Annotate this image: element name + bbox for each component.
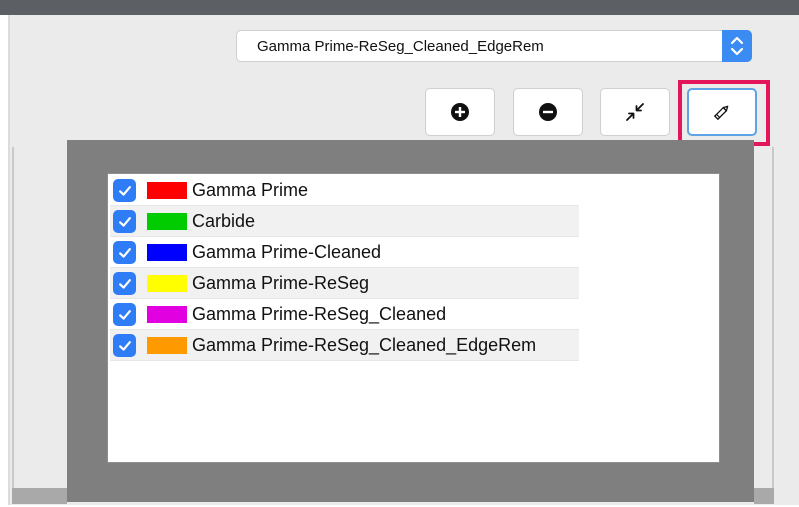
checkbox[interactable] xyxy=(113,334,136,357)
checkbox[interactable] xyxy=(113,303,136,326)
color-swatch[interactable] xyxy=(147,213,187,230)
checkmark-icon xyxy=(118,340,131,351)
checkmark-icon xyxy=(118,309,131,320)
pencil-icon xyxy=(713,105,729,121)
layer-label: Gamma Prime-Cleaned xyxy=(192,242,382,262)
fit-view-button[interactable] xyxy=(600,88,670,136)
layer-row[interactable]: Gamma Prime-Cleaned xyxy=(110,237,579,268)
color-swatch[interactable] xyxy=(147,182,187,199)
updown-chevron-icon[interactable] xyxy=(722,30,752,62)
layer-label: Gamma Prime-ReSeg_Cleaned xyxy=(192,304,447,324)
zoom-in-button[interactable] xyxy=(425,88,495,136)
color-swatch[interactable] xyxy=(147,275,187,292)
color-swatch[interactable] xyxy=(147,244,187,261)
layer-row[interactable]: Carbide xyxy=(110,206,579,237)
image-strip xyxy=(754,488,774,504)
layer-row[interactable]: Gamma Prime xyxy=(110,175,579,206)
layer-row[interactable]: Gamma Prime-ReSeg xyxy=(110,268,579,299)
minus-circle-icon xyxy=(539,103,557,121)
checkmark-icon xyxy=(118,278,131,289)
edit-button[interactable] xyxy=(687,88,757,136)
checkbox[interactable] xyxy=(113,272,136,295)
dataset-select[interactable]: Gamma Prime-ReSeg_Cleaned_EdgeRem xyxy=(236,30,752,62)
layer-row[interactable]: Gamma Prime-ReSeg_Cleaned_EdgeRem xyxy=(110,330,579,361)
checkmark-icon xyxy=(118,247,131,258)
dataset-select-value: Gamma Prime-ReSeg_Cleaned_EdgeRem xyxy=(257,38,544,55)
checkbox[interactable] xyxy=(113,210,136,233)
checkbox[interactable] xyxy=(113,179,136,202)
window-top-bar xyxy=(0,0,799,15)
checkbox[interactable] xyxy=(113,241,136,264)
color-swatch[interactable] xyxy=(147,337,187,354)
image-strip xyxy=(12,488,67,504)
checkmark-icon xyxy=(118,216,131,227)
panel-edge xyxy=(772,147,774,502)
layer-label: Gamma Prime xyxy=(192,180,309,200)
layer-label: Gamma Prime-ReSeg xyxy=(192,273,370,293)
checkmark-icon xyxy=(118,185,131,196)
layer-label: Gamma Prime-ReSeg_Cleaned_EdgeRem xyxy=(192,335,537,355)
collapse-arrows-icon xyxy=(626,103,644,121)
layer-label: Carbide xyxy=(192,211,256,231)
plus-circle-icon xyxy=(451,103,469,121)
layer-list: Gamma Prime Carbide Gamma Prime-Cleaned … xyxy=(107,173,720,463)
color-swatch[interactable] xyxy=(147,306,187,323)
zoom-out-button[interactable] xyxy=(513,88,583,136)
panel-edge xyxy=(12,147,14,502)
layer-row[interactable]: Gamma Prime-ReSeg_Cleaned xyxy=(110,299,579,330)
